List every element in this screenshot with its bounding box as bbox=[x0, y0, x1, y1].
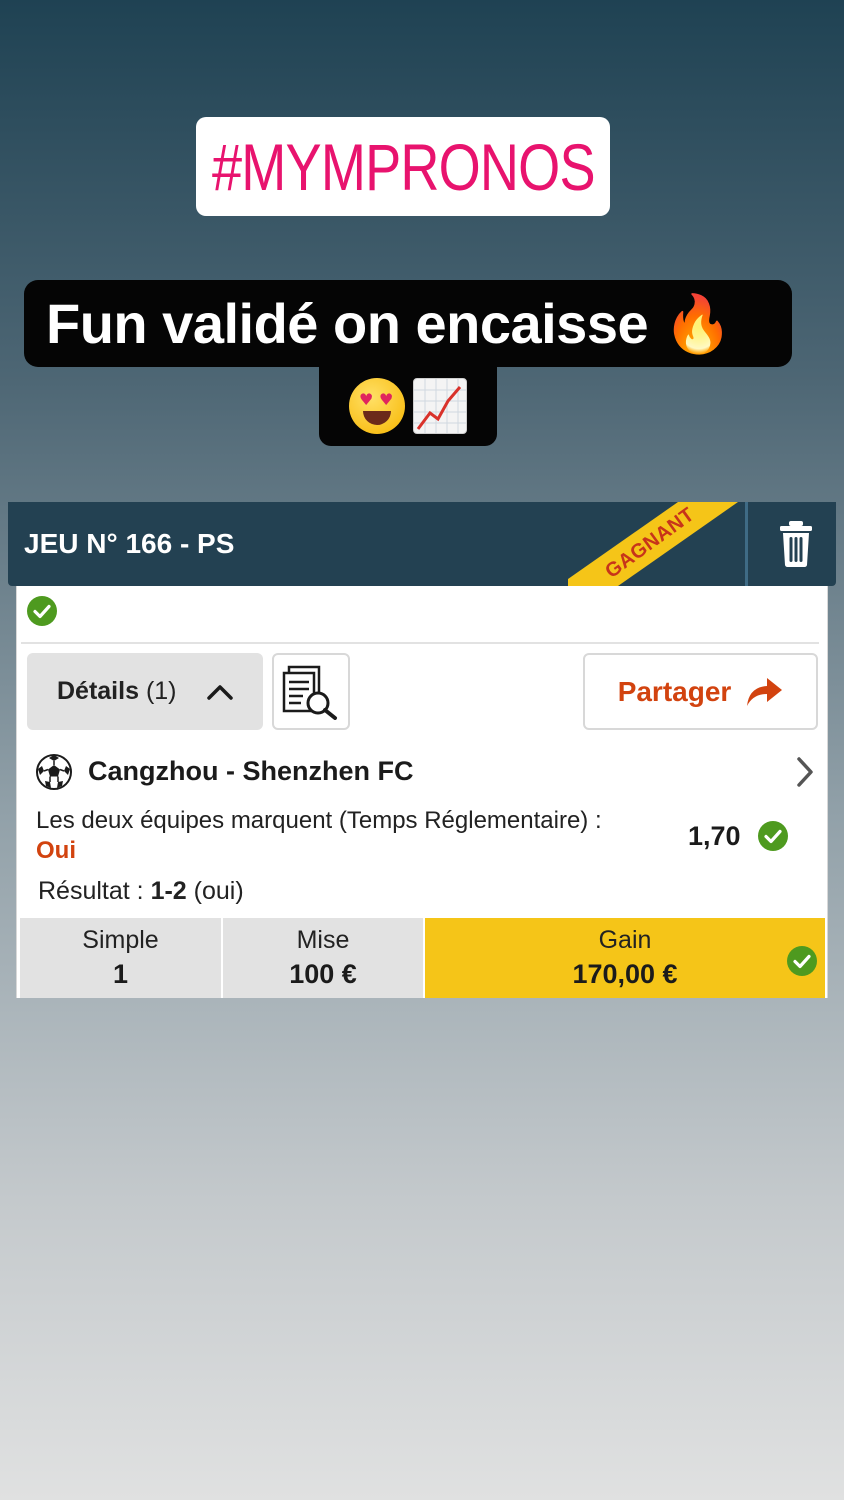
bet-card-header: JEU N° 166 - PS GAGNANT bbox=[8, 502, 836, 586]
chart-increasing-emoji-icon bbox=[413, 378, 467, 434]
match-row[interactable]: Cangzhou - Shenzhen FC bbox=[35, 753, 815, 793]
hashtag-text: #MYMPRONOS bbox=[211, 129, 596, 204]
share-button[interactable]: Partager bbox=[583, 653, 818, 730]
view-ticket-button[interactable] bbox=[272, 653, 350, 730]
story-caption: Fun validé on encaisse 🔥 bbox=[24, 280, 792, 367]
market-choice: Oui bbox=[36, 837, 76, 864]
gain-cell: Gain 170,00 € bbox=[425, 918, 825, 998]
divider bbox=[21, 642, 819, 644]
stake-value: 100 € bbox=[289, 959, 357, 989]
caption-text: Fun validé on encaisse 🔥 bbox=[46, 291, 733, 355]
gain-value: 170,00 € bbox=[572, 959, 678, 989]
odds-value: 1,70 bbox=[688, 821, 741, 851]
check-circle-icon bbox=[787, 946, 817, 976]
check-circle-icon bbox=[758, 821, 788, 851]
ticket-search-icon bbox=[282, 665, 337, 720]
result-score: 1-2 bbox=[150, 877, 187, 905]
soccer-ball-icon bbox=[36, 754, 72, 790]
result-line: Résultat : 1-2 (oui) bbox=[38, 877, 244, 906]
stake-cell: Mise 100 € bbox=[223, 918, 423, 998]
result-label: Résultat : bbox=[38, 877, 144, 905]
bet-title: JEU N° 166 - PS bbox=[24, 528, 235, 559]
share-label: Partager bbox=[617, 675, 732, 707]
details-toggle-button[interactable]: Détails (1) bbox=[27, 653, 263, 730]
bet-card-body: Détails (1) Partager Cangzhou - Shenzhen… bbox=[16, 586, 828, 998]
delete-bet-button[interactable] bbox=[756, 502, 836, 586]
hashtag-sticker: #MYMPRONOS bbox=[196, 117, 610, 216]
market-label: Les deux équipes marquent (Temps Régleme… bbox=[36, 807, 602, 834]
winner-ribbon-label: GAGNANT bbox=[601, 503, 699, 583]
bet-type-value: 1 bbox=[112, 959, 129, 989]
check-circle-icon bbox=[27, 596, 57, 626]
stake-label: Mise bbox=[296, 926, 350, 954]
bet-type-label: Simple bbox=[82, 926, 159, 954]
bet-type-cell: Simple 1 bbox=[20, 918, 221, 998]
trash-icon bbox=[780, 521, 812, 567]
heart-eyes-emoji-icon: ♥ ♥ bbox=[349, 378, 405, 434]
header-divider bbox=[745, 502, 748, 586]
chevron-up-icon bbox=[206, 684, 233, 700]
share-arrow-icon bbox=[747, 677, 783, 706]
details-count: (1) bbox=[145, 677, 177, 705]
details-label: Détails bbox=[57, 677, 139, 705]
chevron-right-icon bbox=[797, 757, 813, 787]
result-suffix: (oui) bbox=[193, 877, 244, 905]
winner-ribbon: GAGNANT bbox=[568, 502, 748, 586]
gain-label: Gain bbox=[598, 926, 652, 954]
caption-emoji-row: ♥ ♥ bbox=[319, 366, 497, 446]
match-title: Cangzhou - Shenzhen FC bbox=[88, 756, 414, 786]
